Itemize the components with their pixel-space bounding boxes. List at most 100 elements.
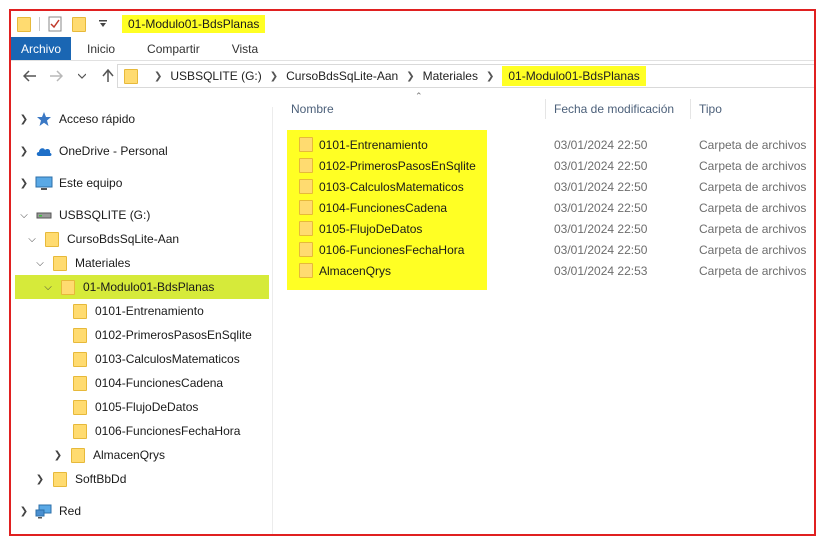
nav-quick-access[interactable]: ❯ Acceso rápido <box>17 107 135 131</box>
address-bar[interactable]: ❯ USBSQLITE (G:) ❯ CursoBdsSqLite-Aan ❯ … <box>117 64 814 88</box>
nav-onedrive[interactable]: ❯ OneDrive - Personal <box>17 139 168 163</box>
nav-course[interactable]: ⌵ CursoBdsSqLite-Aan <box>25 227 179 251</box>
folder-icon <box>299 158 313 173</box>
tab-archivo[interactable]: Archivo <box>11 37 72 60</box>
nav-label: 0101-Entrenamiento <box>95 304 204 318</box>
breadcrumb-drive[interactable]: USBSQLITE (G:) <box>170 69 261 83</box>
explorer-window: 01-Modulo01-BdsPlanas Archivo Inicio Com… <box>9 9 816 536</box>
folder-icon[interactable] <box>15 15 33 33</box>
chevron-down-icon[interactable]: ⌵ <box>25 234 39 245</box>
breadcrumb-current[interactable]: 01-Modulo01-BdsPlanas <box>502 66 646 86</box>
column-header-type[interactable]: Tipo <box>699 97 722 121</box>
customize-quick-access-icon[interactable] <box>94 15 112 33</box>
folder-icon <box>51 255 69 271</box>
folder-icon <box>43 231 61 247</box>
folder-icon <box>71 375 89 391</box>
nav-subfolder[interactable]: 0101-Entrenamiento <box>67 299 204 323</box>
nav-label: USBSQLITE (G:) <box>59 208 151 222</box>
folder-icon <box>71 423 89 439</box>
folder-icon <box>71 351 89 367</box>
nav-label: CursoBdsSqLite-Aan <box>67 232 180 246</box>
file-date: 03/01/2024 22:53 <box>554 264 648 278</box>
chevron-right-icon[interactable]: ❯ <box>406 71 414 82</box>
file-name: AlmacenQrys <box>319 263 392 278</box>
nav-softbbdd[interactable]: ❯ SoftBbDd <box>33 467 126 491</box>
file-row[interactable]: 0105-FlujoDeDatos 03/01/2024 22:50 Carpe… <box>275 218 814 239</box>
properties-icon[interactable] <box>46 15 64 33</box>
nav-materials[interactable]: ⌵ Materiales <box>33 251 130 275</box>
folder-icon <box>51 471 69 487</box>
nav-label: SoftBbDd <box>75 472 127 486</box>
chevron-down-icon[interactable]: ⌵ <box>17 210 31 221</box>
window-title: 01-Modulo01-BdsPlanas <box>122 15 266 33</box>
file-date: 03/01/2024 22:50 <box>554 159 648 173</box>
folder-icon <box>124 68 138 84</box>
chevron-right-icon[interactable]: ❯ <box>33 474 47 485</box>
nav-subfolder[interactable]: 0102-PrimerosPasosEnSqlite <box>67 323 252 347</box>
file-row[interactable]: 0101-Entrenamiento 03/01/2024 22:50 Carp… <box>275 134 814 155</box>
file-name: 0105-FlujoDeDatos <box>319 221 423 236</box>
breadcrumb-course[interactable]: CursoBdsSqLite-Aan <box>286 69 398 83</box>
chevron-right-icon[interactable]: ❯ <box>17 506 31 517</box>
file-type: Carpeta de archivos <box>699 264 807 278</box>
nav-label: Este equipo <box>59 176 123 190</box>
tab-inicio[interactable]: Inicio <box>71 37 131 60</box>
nav-subfolder[interactable]: ❯ AlmacenQrys <box>51 443 165 467</box>
navigation-pane: ❯ Acceso rápido ❯ OneDrive - Personal ❯ … <box>11 107 273 534</box>
tab-compartir[interactable]: Compartir <box>131 37 216 60</box>
file-date: 03/01/2024 22:50 <box>554 201 648 215</box>
file-row[interactable]: 0102-PrimerosPasosEnSqlite 03/01/2024 22… <box>275 155 814 176</box>
file-row[interactable]: 0104-FuncionesCadena 03/01/2024 22:50 Ca… <box>275 197 814 218</box>
column-header-name[interactable]: Nombre <box>291 97 334 121</box>
column-header-date[interactable]: Fecha de modificación <box>554 97 674 121</box>
column-divider[interactable] <box>545 99 546 119</box>
nav-subfolder[interactable]: 0105-FlujoDeDatos <box>67 395 198 419</box>
file-name: 0101-Entrenamiento <box>319 137 428 152</box>
file-list: ⌃ Nombre Fecha de modificación Tipo 0101… <box>275 91 814 534</box>
nav-this-pc[interactable]: ❯ Este equipo <box>17 171 122 195</box>
title-bar: 01-Modulo01-BdsPlanas <box>11 11 814 37</box>
chevron-right-icon[interactable]: ❯ <box>486 71 494 82</box>
file-date: 03/01/2024 22:50 <box>554 243 648 257</box>
new-folder-icon[interactable] <box>70 15 88 33</box>
nav-label: 0104-FuncionesCadena <box>95 376 224 390</box>
address-row: ❯ USBSQLITE (G:) ❯ CursoBdsSqLite-Aan ❯ … <box>11 61 814 91</box>
nav-module-selected[interactable]: ⌵ 01-Modulo01-BdsPlanas <box>15 275 269 299</box>
nav-label: Red <box>59 504 82 518</box>
back-button[interactable] <box>17 63 43 89</box>
nav-network[interactable]: ❯ Red <box>17 499 81 523</box>
nav-subfolder[interactable]: 0104-FuncionesCadena <box>67 371 223 395</box>
recent-locations-icon[interactable] <box>69 63 95 89</box>
tab-vista[interactable]: Vista <box>216 37 274 60</box>
file-row[interactable]: 0103-CalculosMatematicos 03/01/2024 22:5… <box>275 176 814 197</box>
chevron-right-icon[interactable]: ❯ <box>270 71 278 82</box>
nav-label: 0103-CalculosMatematicos <box>95 352 240 366</box>
folder-icon <box>69 447 87 463</box>
file-type: Carpeta de archivos <box>699 201 807 215</box>
nav-label: OneDrive - Personal <box>59 144 168 158</box>
folder-icon <box>299 263 313 278</box>
chevron-right-icon[interactable]: ❯ <box>51 450 65 461</box>
folder-icon <box>299 179 313 194</box>
folder-icon <box>71 399 89 415</box>
forward-button[interactable] <box>43 63 69 89</box>
chevron-down-icon[interactable]: ⌵ <box>41 282 55 293</box>
column-divider[interactable] <box>690 99 691 119</box>
nav-label: Acceso rápido <box>59 112 136 126</box>
nav-subfolder[interactable]: 0103-CalculosMatematicos <box>67 347 240 371</box>
file-row[interactable]: AlmacenQrys 03/01/2024 22:53 Carpeta de … <box>275 260 814 281</box>
chevron-right-icon[interactable]: ❯ <box>17 146 31 157</box>
folder-icon <box>59 279 77 295</box>
nav-drive[interactable]: ⌵ USBSQLITE (G:) <box>17 203 150 227</box>
breadcrumb-materials[interactable]: Materiales <box>423 69 478 83</box>
nav-subfolder[interactable]: 0106-FuncionesFechaHora <box>67 419 240 443</box>
chevron-right-icon[interactable]: ❯ <box>17 178 31 189</box>
nav-label: 0102-PrimerosPasosEnSqlite <box>95 328 252 342</box>
chevron-right-icon: ❯ <box>154 70 163 82</box>
chevron-right-icon[interactable]: ❯ <box>17 114 31 125</box>
file-row[interactable]: 0106-FuncionesFechaHora 03/01/2024 22:50… <box>275 239 814 260</box>
cloud-icon <box>35 143 53 159</box>
file-type: Carpeta de archivos <box>699 180 807 194</box>
chevron-down-icon[interactable]: ⌵ <box>33 258 47 269</box>
file-name: 0104-FuncionesCadena <box>319 200 448 215</box>
